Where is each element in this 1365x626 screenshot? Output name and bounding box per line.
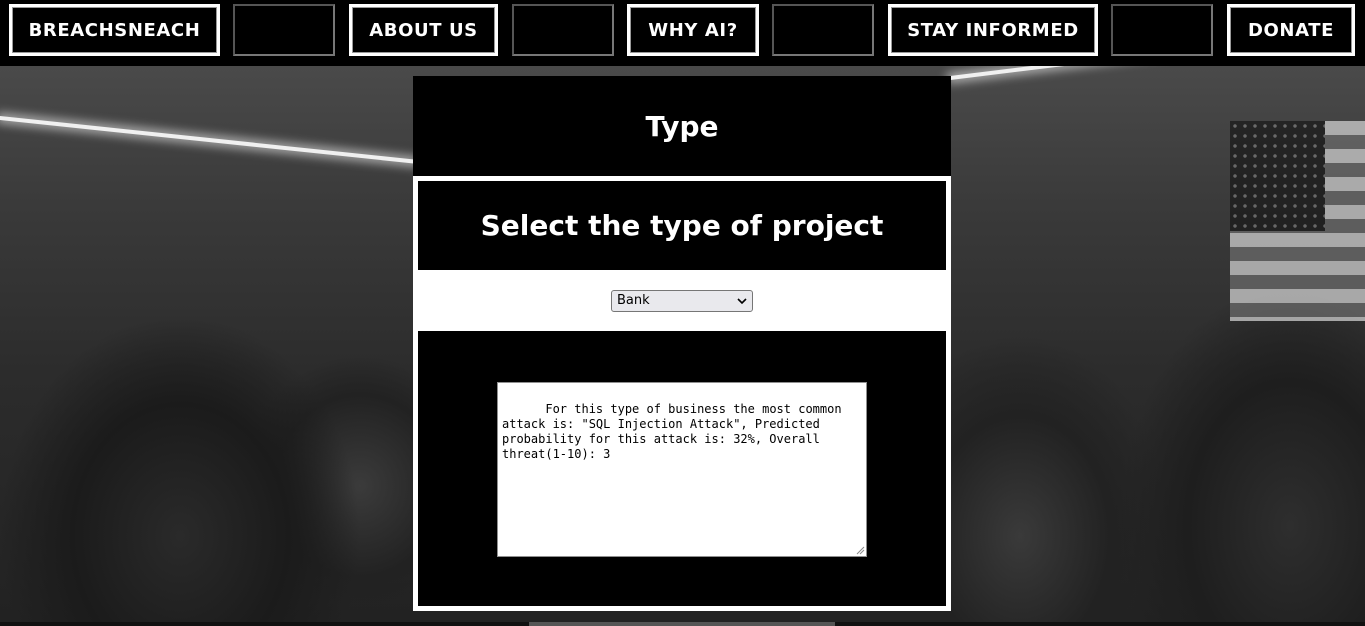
nav-empty-slot	[512, 4, 614, 56]
nav-why-ai-label: WHY AI?	[648, 19, 738, 41]
nav-why-ai-button[interactable]: WHY AI?	[627, 4, 759, 56]
nav-donate-label: DONATE	[1247, 19, 1334, 41]
nav-empty-slot	[233, 4, 335, 56]
nav-brand-label: BREACHSNEACH	[28, 19, 201, 41]
nav-empty-slot	[772, 4, 874, 56]
select-row: Bank	[418, 270, 946, 330]
project-type-select[interactable]: Bank	[611, 290, 753, 312]
ceiling-light-strip	[0, 116, 418, 164]
result-text: For this type of business the most commo…	[502, 402, 849, 461]
scrollbar-thumb[interactable]	[529, 622, 835, 626]
nav-donate-button[interactable]: DONATE	[1227, 4, 1355, 56]
nav-about-button[interactable]: ABOUT US	[349, 4, 498, 56]
result-textarea[interactable]: For this type of business the most commo…	[497, 382, 867, 557]
nav-brand-button[interactable]: BREACHSNEACH	[9, 4, 220, 56]
project-type-selected-value: Bank	[617, 293, 650, 308]
nav-stay-informed-button[interactable]: STAY INFORMED	[888, 4, 1098, 56]
result-area: For this type of business the most commo…	[418, 331, 946, 606]
top-navbar: BREACHSNEACH ABOUT US WHY AI? STAY INFOR…	[0, 0, 1365, 66]
nav-about-label: ABOUT US	[369, 19, 478, 41]
resize-grip-icon[interactable]	[855, 545, 865, 555]
panel-title: Type	[413, 76, 951, 176]
flag-canton	[1230, 121, 1325, 231]
nav-stay-informed-label: STAY INFORMED	[907, 19, 1079, 41]
flag-image	[1230, 121, 1365, 321]
chevron-down-icon	[737, 298, 747, 305]
nav-empty-slot	[1111, 4, 1213, 56]
ceiling-light-strip	[950, 66, 1365, 80]
panel-subtitle: Select the type of project	[418, 181, 946, 270]
project-type-panel: Type Select the type of project Bank For…	[413, 76, 951, 611]
